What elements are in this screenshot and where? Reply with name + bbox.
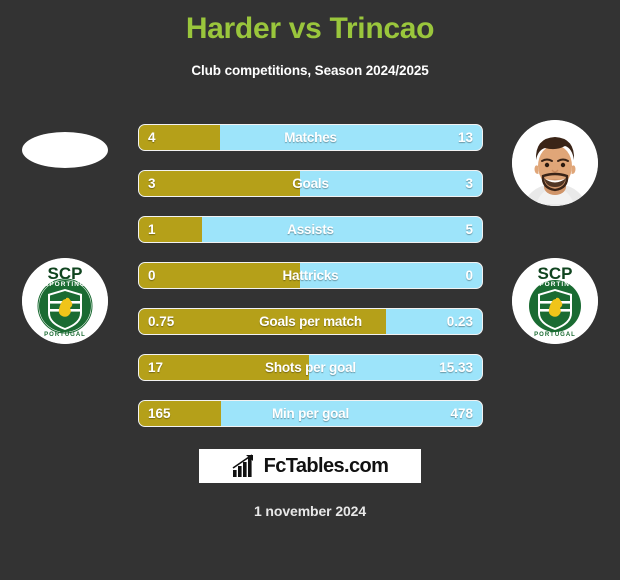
svg-text:PORTUGAL: PORTUGAL <box>44 332 86 338</box>
stat-value-right: 5 <box>465 222 473 237</box>
right-club-crest: SCP SPORTING PORTUGAL <box>512 258 598 344</box>
stat-label: Shots per goal <box>265 360 356 375</box>
left-club-crest: SCP SPORTING PORTUGAL <box>22 258 108 344</box>
blank-avatar-icon <box>22 132 108 168</box>
right-player-avatar <box>512 120 598 206</box>
stat-value-right: 0.23 <box>446 314 473 329</box>
left-player-avatar <box>22 120 108 206</box>
stat-label: Min per goal <box>271 406 350 421</box>
sporting-cp-crest-icon: SCP SPORTING PORTUGAL <box>22 258 108 344</box>
player-portrait-icon <box>512 120 598 206</box>
stat-bar-row: 17 Shots per goal 15.33 <box>138 354 483 381</box>
stat-value-right: 0 <box>465 268 473 283</box>
stat-label: Hattricks <box>282 268 339 283</box>
bar-chart-icon <box>232 454 253 477</box>
stat-bar-row: 165 Min per goal 478 <box>138 400 483 427</box>
report-date: 1 november 2024 <box>253 503 367 519</box>
stat-comparison-page: Harder vs Trincao Club competitions, Sea… <box>0 0 620 580</box>
stat-bar-row: 1 Assists 5 <box>138 216 483 243</box>
left-player-column: SCP SPORTING PORTUGAL <box>0 110 130 370</box>
stat-bar-row: 3 Goals 3 <box>138 170 483 197</box>
svg-text:SPORTING: SPORTING <box>44 281 86 288</box>
stat-label: Matches <box>284 130 337 145</box>
right-player-column: SCP SPORTING PORTUGAL <box>490 110 620 370</box>
sporting-cp-crest-icon: SCP SPORTING PORTUGAL <box>512 258 598 344</box>
brand-name: FcTables.com <box>263 454 389 477</box>
stat-bar-row: 0 Hattricks 0 <box>138 262 483 289</box>
brand-logo[interactable]: FcTables.com <box>199 449 421 483</box>
stat-value-right: 15.33 <box>439 360 473 375</box>
svg-text:PORTUGAL: PORTUGAL <box>534 332 576 338</box>
page-subtitle: Club competitions, Season 2024/2025 <box>191 63 429 78</box>
stat-bar-row: 0.75 Goals per match 0.23 <box>138 308 483 335</box>
stat-value-right: 478 <box>450 406 473 421</box>
stat-bars-list: 4 Matches 13 3 Goals 3 1 Assists 5 0 Hattricks 0 0.7… <box>138 124 483 446</box>
stat-label: Assists <box>287 222 334 237</box>
stat-bar-row: 4 Matches 13 <box>138 124 483 151</box>
stat-value-right: 13 <box>457 130 473 145</box>
stat-label: Goals per match <box>259 314 362 329</box>
page-title: Harder vs Trincao <box>185 12 435 45</box>
svg-text:SPORTING: SPORTING <box>534 281 576 288</box>
stat-label: Goals <box>292 176 329 191</box>
stat-value-right: 3 <box>465 176 473 191</box>
